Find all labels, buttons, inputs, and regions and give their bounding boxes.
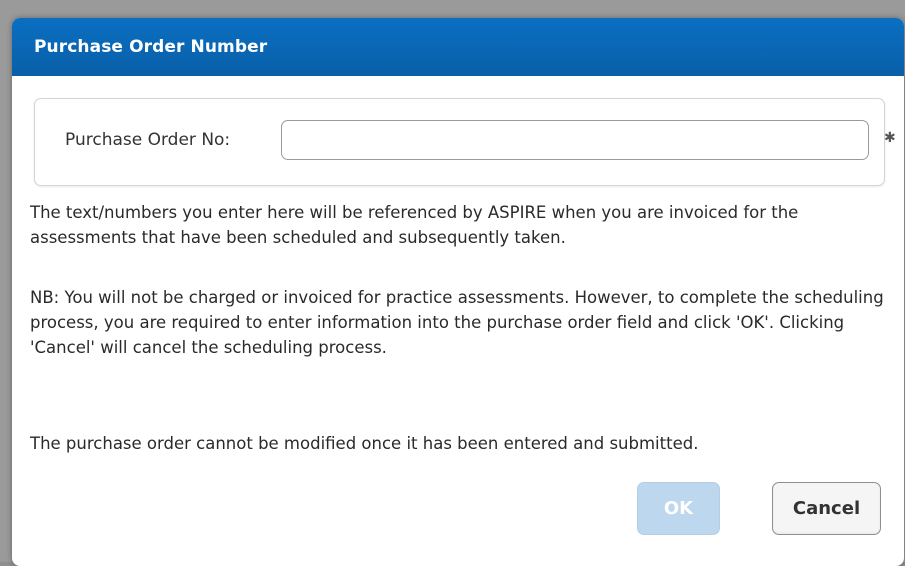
purchase-order-label: Purchase Order No: [65, 130, 231, 150]
purchase-order-field-group: Purchase Order No: ✱ [34, 98, 896, 186]
ok-button[interactable]: OK [637, 482, 720, 535]
info-paragraph-modification: The purchase order cannot be modified on… [30, 434, 699, 453]
dialog-title: Purchase Order Number [34, 37, 268, 57]
dialog-titlebar: Purchase Order Number [12, 18, 904, 76]
info-paragraph-practice: NB: You will not be charged or invoiced … [30, 288, 884, 357]
purchase-order-dialog: Purchase Order Number Purchase Order No:… [12, 18, 904, 566]
purchase-order-input[interactable] [281, 120, 869, 160]
info-paragraph-invoicing: The text/numbers you enter here will be … [30, 203, 799, 247]
required-asterisk-icon: ✱ [884, 130, 896, 146]
cancel-button[interactable]: Cancel [772, 482, 881, 535]
